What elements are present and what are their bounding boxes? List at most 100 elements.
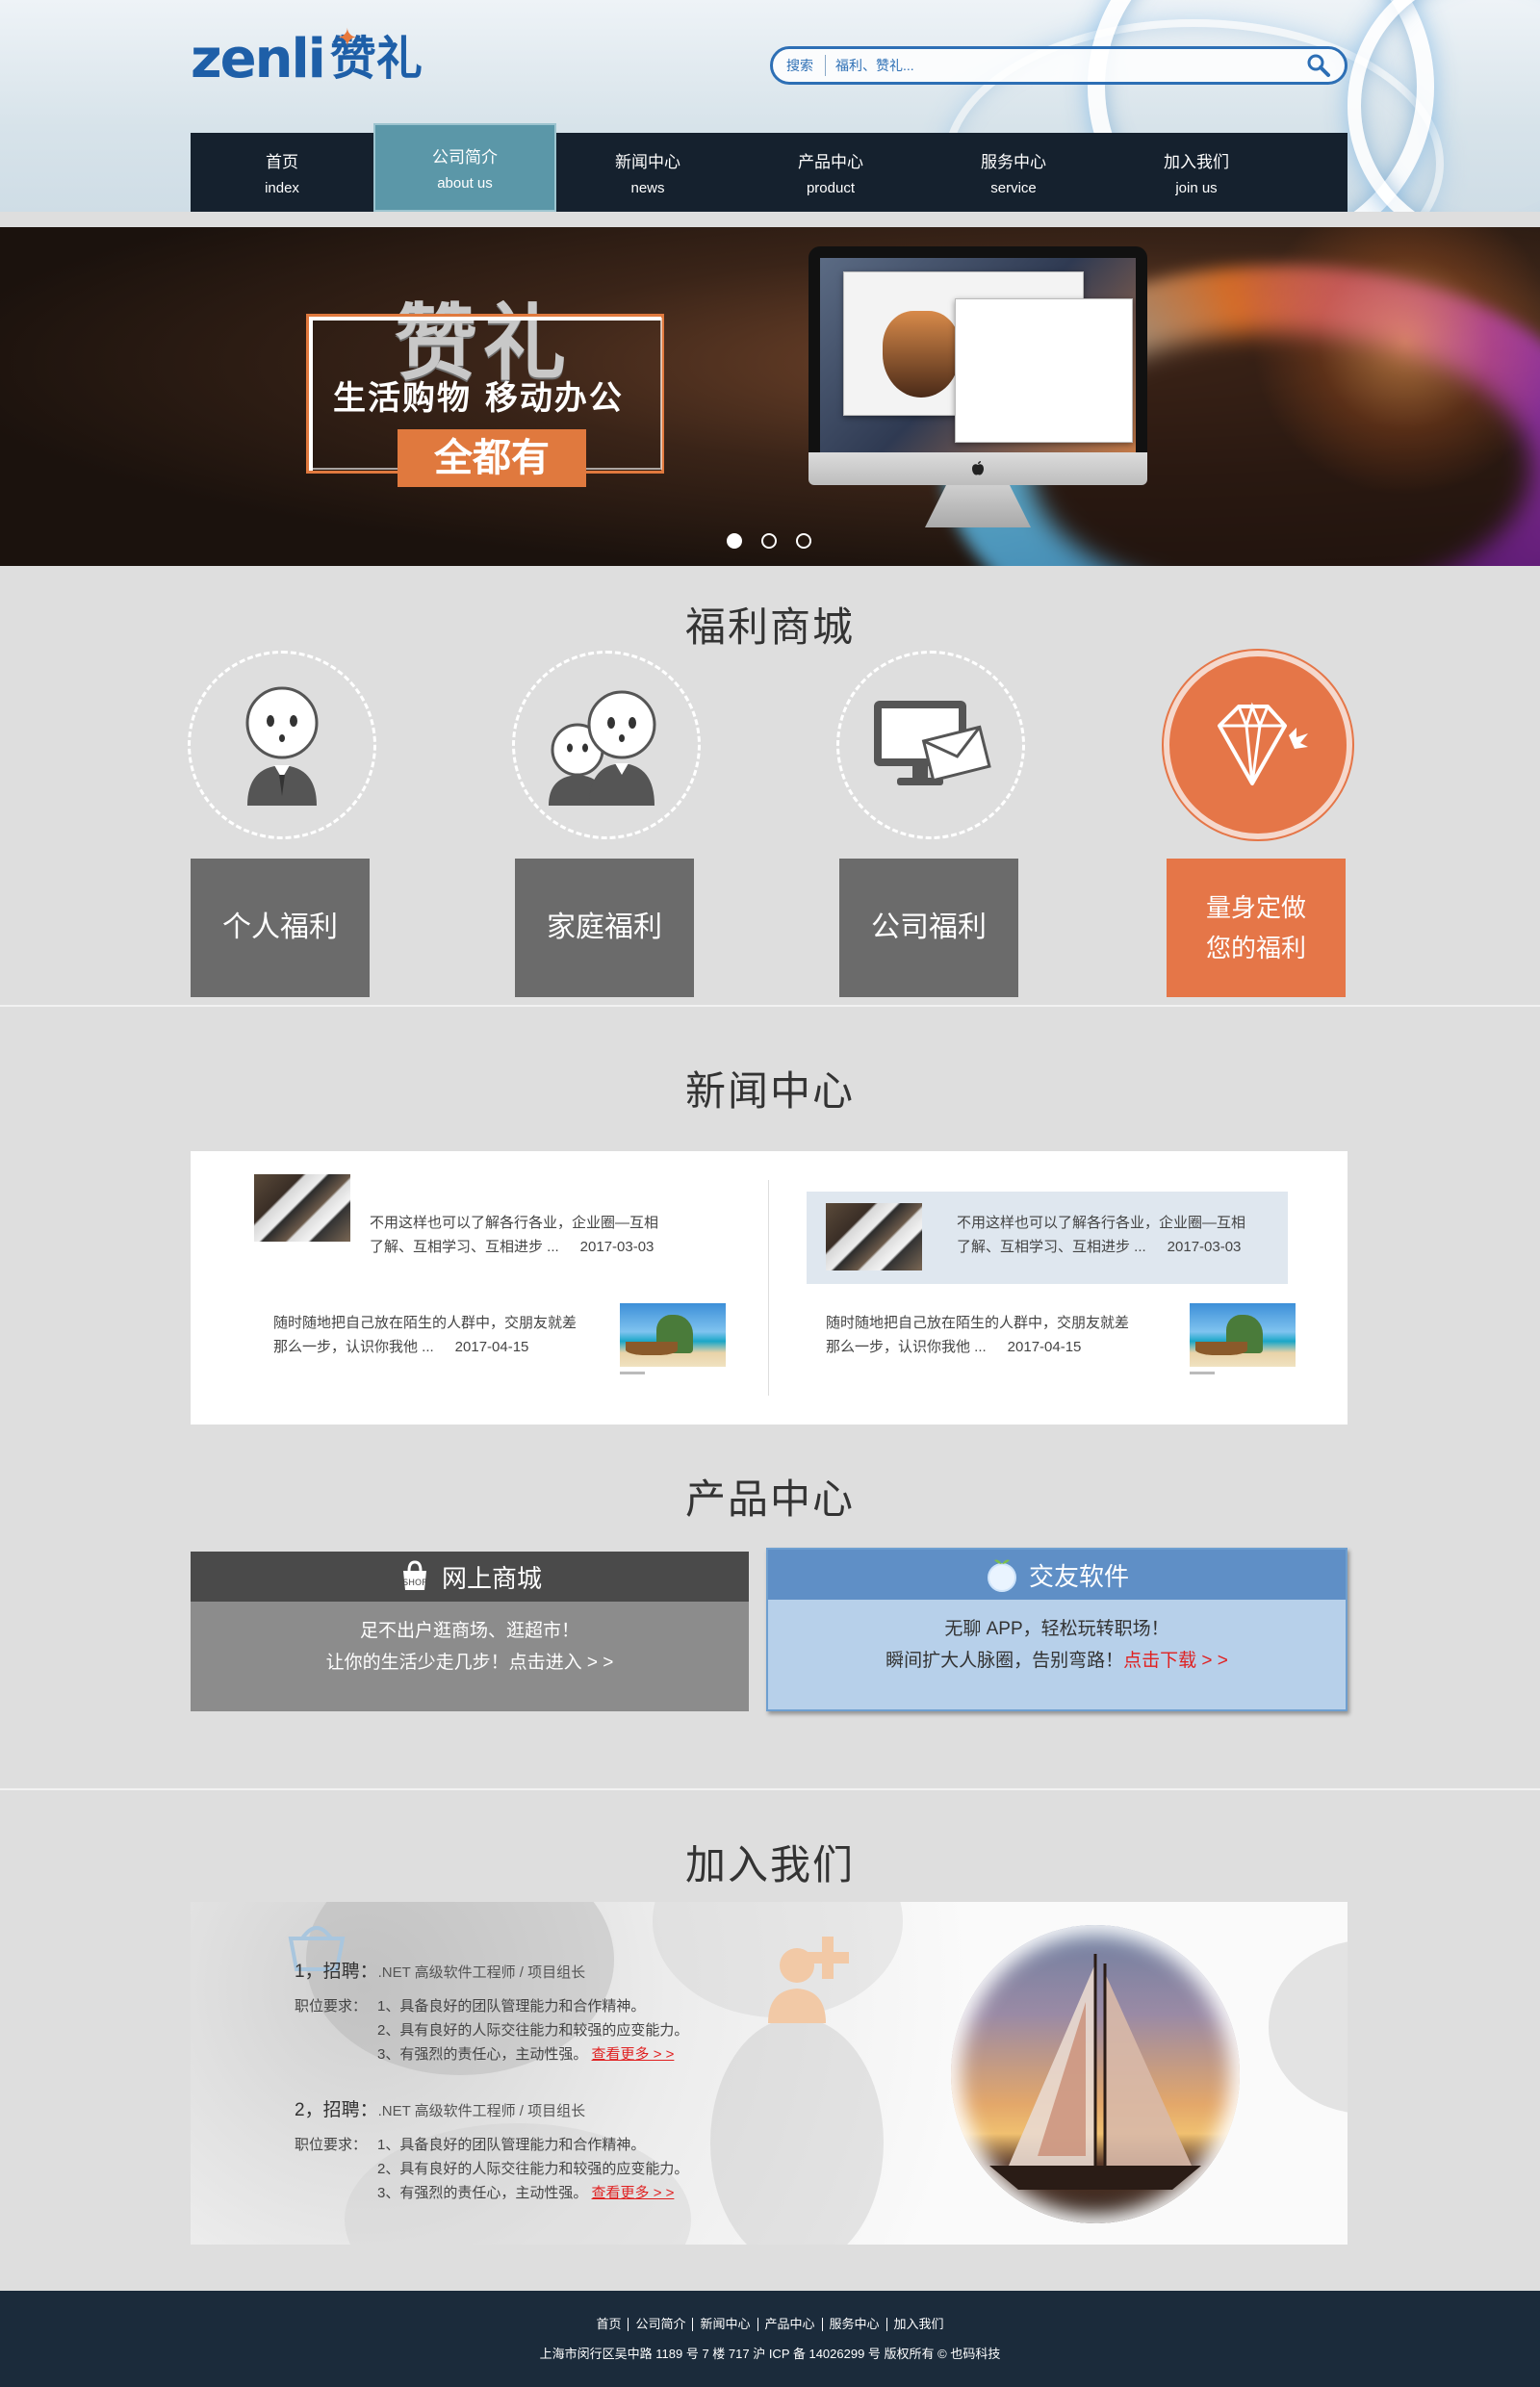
add-user-icon — [768, 1937, 849, 2023]
welfare-icon-circle — [188, 651, 376, 839]
welfare-label-company[interactable]: 公司福利 — [839, 859, 1018, 997]
news-headline: 不用这样也可以了解各行各业，企业圈—互相 — [370, 1215, 659, 1231]
footer-link-join[interactable]: 加入我们 — [887, 2318, 951, 2331]
banner-tag: 全都有 — [398, 429, 586, 487]
job-role: .NET 高级软件工程师 / 项目组长 — [377, 2103, 586, 2119]
nav-item-product[interactable]: 产品中心 product — [739, 133, 922, 212]
product-card-title: 交友软件 — [1028, 1561, 1129, 1591]
news-text: 不用这样也可以了解各行各业，企业圈—互相 了解、互相学习、互相进步 ... 201… — [370, 1211, 735, 1259]
logo-latin: zenli — [191, 28, 326, 90]
news-section: 不用这样也可以了解各行各业，企业圈—互相 了解、互相学习、互相进步 ... 201… — [191, 1151, 1348, 1424]
decorative-ring — [1348, 0, 1540, 212]
decorative-blob — [1269, 1940, 1348, 2114]
carousel-dot-1[interactable] — [727, 533, 742, 549]
news-summary: 那么一步，认识你我他 ... — [273, 1339, 434, 1355]
news-text: 随时随地把自己放在陌生的人群中，交朋友就差 那么一步，认识你我他 ... 2017… — [273, 1311, 620, 1359]
news-title: 新闻中心 — [684, 1068, 855, 1114]
welfare-section: 个人福利 家庭福利 公司福利 量身定做 您的福利 — [188, 651, 1352, 997]
sailboat-image — [951, 1925, 1240, 2223]
job-req-item: 3、有强烈的责任心，主动性强。 — [377, 2185, 588, 2201]
search-input[interactable] — [826, 58, 1302, 73]
footer-link-about[interactable]: 公司简介 — [629, 2318, 694, 2331]
news-summary: 了解、互相学习、互相进步 ... — [957, 1239, 1146, 1255]
nav-item-about[interactable]: 公司简介 about us — [373, 123, 556, 212]
product-card-mall[interactable]: SHOP 网上商城 足不出户逛商场、逛超市！ 让你的生活少走几步！点击进入 > … — [191, 1552, 749, 1711]
carousel-dot-3[interactable] — [796, 533, 811, 549]
diamond-icon — [1218, 702, 1308, 785]
section-divider — [0, 1005, 1540, 1007]
footer-link-service[interactable]: 服务中心 — [823, 2318, 887, 2331]
nav-item-news[interactable]: 新闻中心 news — [556, 133, 739, 212]
welfare-icon-circle — [1164, 651, 1352, 839]
nav-label-en: service — [990, 180, 1037, 196]
product-card-header: 交友软件 — [768, 1550, 1346, 1600]
site-header: zenli ✦ 赞礼 搜索 首页 index 公司简介 about us 新闻中… — [0, 0, 1540, 212]
product-card-social[interactable]: 交友软件 无聊 APP，轻松玩转职场！ 瞬间扩大人脉圈，告别弯路！点击下载 > … — [766, 1548, 1348, 1711]
apple-logo-icon — [972, 461, 984, 475]
imac-chin — [808, 452, 1147, 485]
chat-window — [955, 298, 1133, 443]
nav-label-en: news — [630, 180, 665, 196]
news-thumbnail — [1190, 1303, 1296, 1374]
search-button[interactable] — [1302, 49, 1335, 82]
job-req-item: 2、具有良好的人际交往能力和较强的应变能力。 — [377, 2161, 689, 2177]
job-req-label: 职位要求： — [295, 2137, 368, 2153]
join-title: 加入我们 — [684, 1842, 855, 1887]
product-card-line1: 无聊 APP，轻松玩转职场！ — [944, 1619, 1169, 1639]
footer-link-news[interactable]: 新闻中心 — [693, 2318, 758, 2331]
site-logo[interactable]: zenli ✦ 赞礼 — [191, 23, 423, 90]
job-req-item: 1、具备良好的团队管理能力和合作精神。 — [377, 2137, 646, 2153]
news-date: 2017-04-15 — [1007, 1339, 1082, 1355]
apple-fruit-icon — [985, 1556, 1019, 1593]
nav-item-join[interactable]: 加入我们 join us — [1105, 133, 1288, 212]
nav-item-service[interactable]: 服务中心 service — [922, 133, 1105, 212]
news-date: 2017-03-03 — [1167, 1239, 1242, 1255]
imac-stand — [925, 485, 1031, 527]
job-role: .NET 高级软件工程师 / 项目组长 — [377, 1964, 586, 1981]
news-divider — [768, 1180, 769, 1396]
imac-screen — [808, 246, 1147, 452]
nav-label-cn: 产品中心 — [798, 153, 863, 171]
job-req-item: 2、具有良好的人际交往能力和较强的应变能力。 — [377, 2022, 689, 2039]
nav-label-en: product — [806, 180, 856, 196]
news-headline: 随时随地把自己放在陌生的人群中，交朋友就差 — [273, 1315, 578, 1331]
welfare-label-custom[interactable]: 量身定做 您的福利 — [1167, 859, 1346, 997]
svg-text:SHOP: SHOP — [402, 1578, 427, 1588]
logo-star-icon: ✦ — [337, 23, 358, 52]
job-number: 1，招聘： — [295, 1962, 378, 1982]
product-card-line1: 足不出户逛商场、逛超市！ — [359, 1621, 579, 1641]
footer-link-index[interactable]: 首页 — [589, 2318, 629, 2331]
download-link[interactable]: 点击下载 > > — [1123, 1651, 1228, 1671]
news-thumbnail — [620, 1303, 726, 1374]
hero-banner[interactable]: 赞礼 生活购物 移动办公 全都有 — [0, 227, 1540, 566]
nav-label-cn: 首页 — [266, 153, 298, 171]
job-posting-2: 2，招聘：.NET 高级软件工程师 / 项目组长 职位要求： 1、具备良好的团队… — [295, 2098, 737, 2205]
product-card-line2: 瞬间扩大人脉圈，告别弯路！ — [886, 1651, 1124, 1671]
welfare-label-line1: 量身定做 — [1205, 893, 1306, 922]
welfare-title: 福利商城 — [684, 604, 855, 650]
products-title: 产品中心 — [684, 1476, 855, 1522]
footer-link-product[interactable]: 产品中心 — [758, 2318, 823, 2331]
product-card-body: 足不出户逛商场、逛超市！ 让你的生活少走几步！点击进入 > > — [191, 1602, 749, 1679]
product-card-line2[interactable]: 让你的生活少走几步！点击进入 > > — [191, 1647, 749, 1679]
search-box: 搜索 — [770, 46, 1348, 85]
view-more-link[interactable]: 查看更多 > > — [592, 2185, 675, 2201]
nav-item-index[interactable]: 首页 index — [191, 133, 373, 212]
job-number: 2，招聘： — [295, 2100, 378, 2120]
news-summary: 那么一步，认识你我他 ... — [826, 1339, 987, 1355]
news-item[interactable]: 随时随地把自己放在陌生的人群中，交朋友就差 那么一步，认识你我他 ... 2017… — [273, 1303, 755, 1396]
welfare-label-personal[interactable]: 个人福利 — [191, 859, 370, 997]
section-divider — [0, 1788, 1540, 1790]
welfare-label-family[interactable]: 家庭福利 — [515, 859, 694, 997]
news-item-highlighted[interactable]: 不用这样也可以了解各行各业，企业圈—互相 了解、互相学习、互相进步 ... 201… — [807, 1192, 1288, 1284]
view-more-link[interactable]: 查看更多 > > — [592, 2046, 675, 2063]
person-icon — [245, 686, 319, 806]
news-item[interactable]: 不用这样也可以了解各行各业，企业圈—互相 了解、互相学习、互相进步 ... 201… — [254, 1174, 735, 1267]
family-icon — [549, 690, 656, 806]
news-date: 2017-03-03 — [579, 1239, 654, 1255]
nav-label-en: about us — [437, 175, 493, 192]
product-card-body: 无聊 APP，轻松玩转职场！ 瞬间扩大人脉圈，告别弯路！点击下载 > > — [768, 1600, 1346, 1677]
carousel-dot-2[interactable] — [761, 533, 777, 549]
news-item[interactable]: 随时随地把自己放在陌生的人群中，交朋友就差 那么一步，认识你我他 ... 2017… — [826, 1303, 1307, 1396]
nav-label-en: join us — [1175, 180, 1218, 196]
